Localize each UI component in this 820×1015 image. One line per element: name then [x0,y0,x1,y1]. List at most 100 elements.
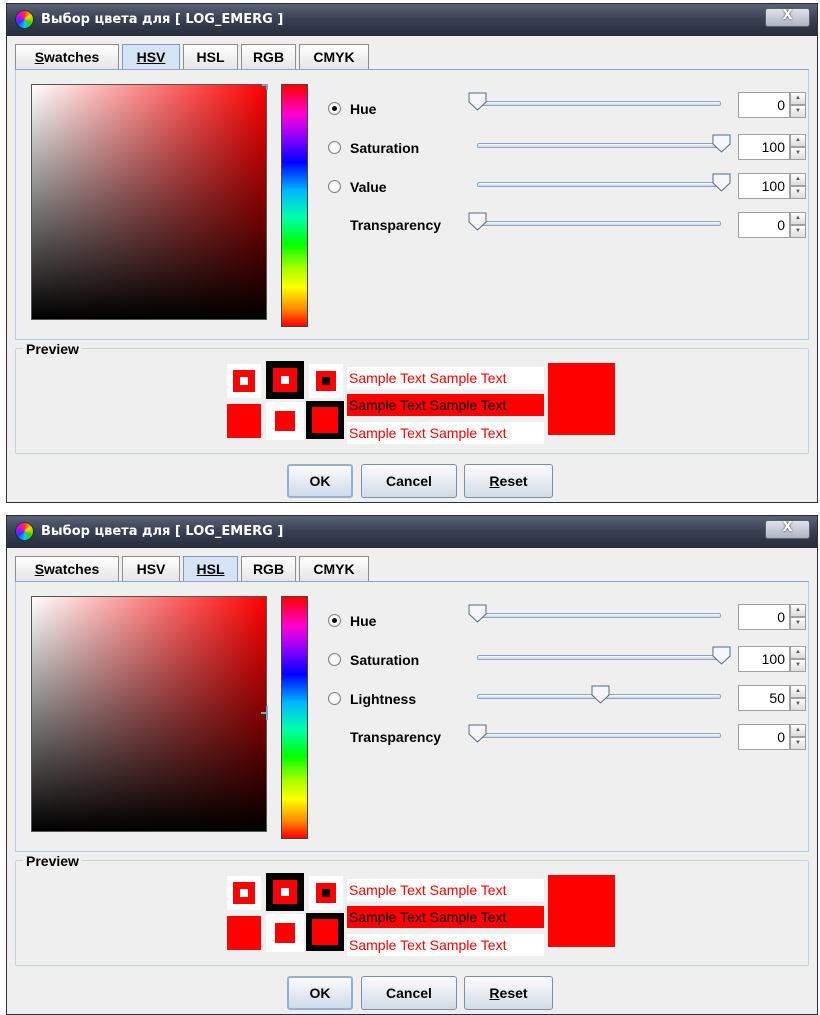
spin-up-icon[interactable]: ▲ [790,92,806,105]
hue-label: Hue [350,101,377,117]
color-chooser-dialog-hsl: Выбор цвета для [ LOG_EMERG ] X Swatches… [6,515,818,1015]
value-spinner[interactable]: 100 ▲ ▼ [738,173,806,199]
hue-spinner[interactable]: 0 ▲ ▼ [738,604,806,630]
tab-hsl[interactable]: HSL [183,556,238,582]
hue-spinner[interactable]: 0 ▲ ▼ [738,92,806,118]
hue-radio[interactable] [328,102,341,115]
spin-down-icon[interactable]: ▼ [790,617,806,630]
slider-thumb-icon[interactable] [712,646,731,665]
tab-rgb[interactable]: RGB [241,44,296,70]
saturation-radio[interactable] [328,653,341,666]
slider-thumb-icon[interactable] [468,212,487,231]
tab-rgb[interactable]: RGB [241,556,296,582]
spin-up-icon[interactable]: ▲ [790,604,806,617]
reset-button[interactable]: Reset [464,464,553,498]
close-button[interactable]: X [765,520,810,539]
spin-up-icon[interactable]: ▲ [790,646,806,659]
sample-text-black-on-red: Sample Text Sample Text [347,394,544,416]
value-radio[interactable] [328,180,341,193]
color-square-marker [266,84,268,90]
slider-thumb-icon[interactable] [712,173,731,192]
tab-label: CMYK [313,49,355,65]
transparency-value[interactable]: 0 [738,724,790,750]
hue-slider[interactable] [477,101,721,106]
spin-up-icon[interactable]: ▲ [790,685,806,698]
transparency-slider[interactable] [477,733,721,738]
saturation-radio[interactable] [328,141,341,154]
spin-up-icon[interactable]: ▲ [790,724,806,737]
value-value[interactable]: 100 [738,173,790,199]
slider-thumb-icon[interactable] [712,134,731,153]
saturation-slider[interactable] [477,143,721,148]
tab-hsv[interactable]: HSV [122,556,180,582]
transparency-value[interactable]: 0 [738,212,790,238]
reset-button[interactable]: Reset [464,976,553,1010]
hue-strip[interactable] [281,84,308,327]
spin-down-icon[interactable]: ▼ [790,186,806,199]
tab-label-rest: watches [44,561,100,577]
cancel-button[interactable]: Cancel [361,976,457,1010]
transparency-slider[interactable] [477,221,721,226]
spin-down-icon[interactable]: ▼ [790,105,806,118]
tab-hsl[interactable]: HSL [183,44,238,70]
value-label: Value [350,179,387,195]
cancel-button[interactable]: Cancel [361,464,457,498]
reset-label-rest: eset [499,473,528,489]
transparency-label: Transparency [350,217,442,233]
hue-strip[interactable] [281,596,308,839]
lightness-value[interactable]: 50 [738,685,790,711]
color-square[interactable] [31,84,267,320]
saturation-spinner[interactable]: 100 ▲ ▼ [738,646,806,672]
hue-radio[interactable] [328,614,341,627]
color-square-marker [266,706,268,720]
hue-slider[interactable] [477,613,721,618]
title-bar[interactable]: Выбор цвета для [ LOG_EMERG ] X [7,4,817,36]
transparency-spinner[interactable]: 0 ▲ ▼ [738,724,806,750]
tab-cmyk[interactable]: CMYK [299,556,369,582]
slider-thumb-icon[interactable] [468,92,487,111]
tab-label: HSV [136,561,166,577]
lightness-radio[interactable] [328,692,341,705]
close-button[interactable]: X [765,8,810,27]
hue-value[interactable]: 0 [738,92,790,118]
preview-swatch [266,361,304,399]
spin-down-icon[interactable]: ▼ [790,225,806,238]
saturation-label: Saturation [350,140,420,156]
spin-up-icon[interactable]: ▲ [790,173,806,186]
slider-thumb-icon[interactable] [468,724,487,743]
ok-button[interactable]: OK [287,976,353,1010]
saturation-value[interactable]: 100 [738,646,790,672]
transparency-spinner[interactable]: 0 ▲ ▼ [738,212,806,238]
preview-swatch [306,401,344,439]
preview-swatch [227,876,261,910]
spin-down-icon[interactable]: ▼ [790,659,806,672]
saturation-value[interactable]: 100 [738,134,790,160]
lightness-spinner[interactable]: 50 ▲ ▼ [738,685,806,711]
tab-mnemonic: S [34,561,45,577]
tab-label: RGB [252,49,285,65]
hue-value[interactable]: 0 [738,604,790,630]
spin-up-icon[interactable]: ▲ [790,134,806,147]
color-square[interactable] [31,596,267,832]
value-slider[interactable] [477,182,721,187]
saturation-spinner[interactable]: 100 ▲ ▼ [738,134,806,160]
tab-label: HSL [196,49,225,65]
saturation-slider[interactable] [477,655,721,660]
preview-swatch [227,404,261,438]
slider-thumb-icon[interactable] [468,604,487,623]
tab-swatches[interactable]: Swatches [15,556,119,582]
sample-text-black-on-red: Sample Text Sample Text [347,906,544,928]
preview-swatch [309,876,343,910]
spin-up-icon[interactable]: ▲ [790,212,806,225]
spin-down-icon[interactable]: ▼ [790,698,806,711]
tab-cmyk[interactable]: CMYK [299,44,369,70]
close-icon: X [782,8,793,23]
spin-down-icon[interactable]: ▼ [790,737,806,750]
tab-swatches[interactable]: Swatches [15,44,119,70]
preview-title: Preview [23,853,82,869]
tab-hsv[interactable]: HSV [122,44,180,70]
slider-thumb-icon[interactable] [591,685,610,704]
title-bar[interactable]: Выбор цвета для [ LOG_EMERG ] X [7,516,817,548]
spin-down-icon[interactable]: ▼ [790,147,806,160]
ok-button[interactable]: OK [287,464,353,498]
